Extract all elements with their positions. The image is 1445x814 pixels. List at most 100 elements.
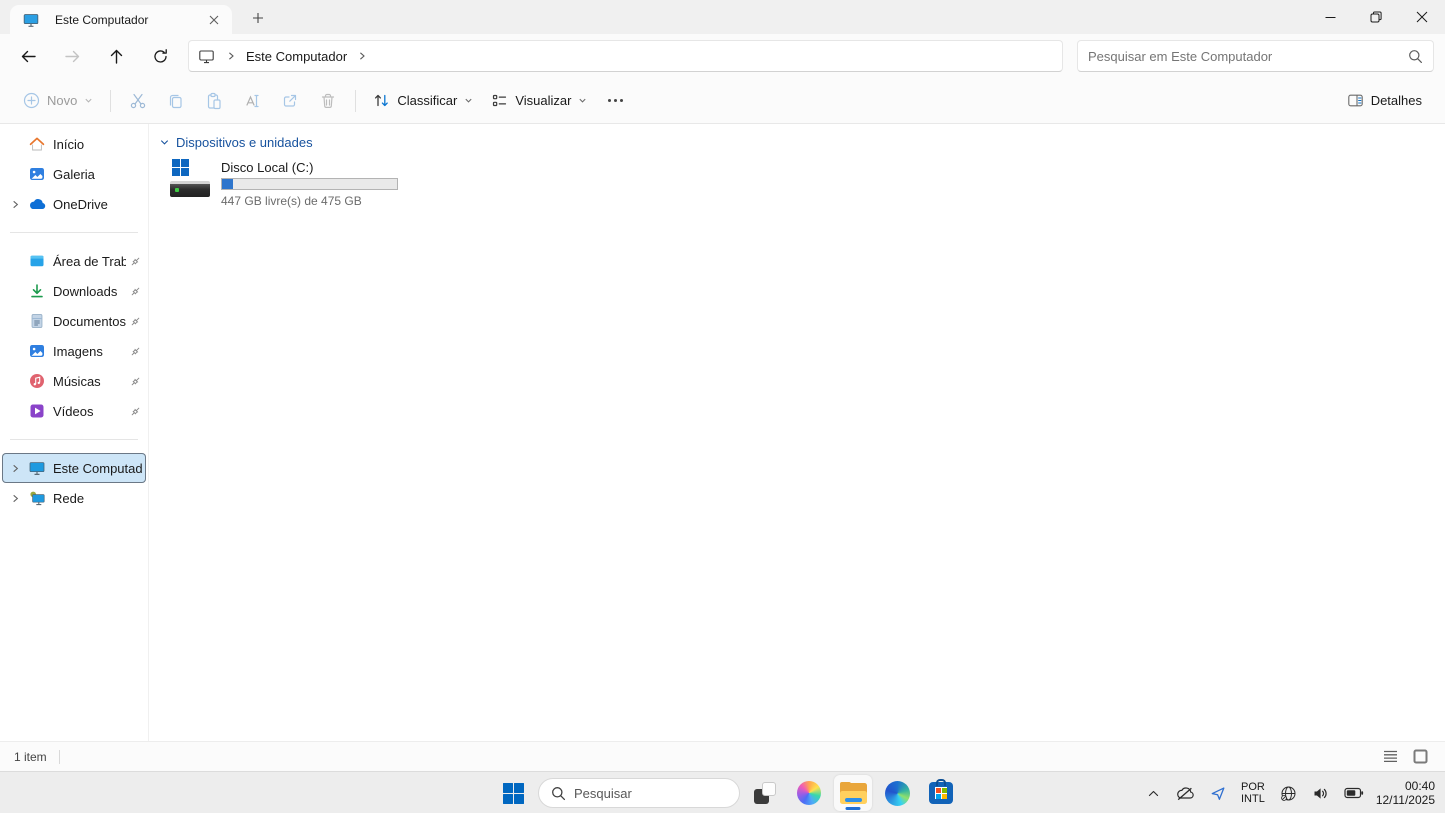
breadcrumb-root[interactable]: Este Computador [240, 47, 353, 66]
sidebar-item-onedrive[interactable]: OneDrive [2, 189, 146, 219]
sidebar-item-videos[interactable]: Vídeos [2, 396, 146, 426]
edge-icon [885, 781, 910, 806]
rename-button[interactable] [233, 84, 271, 118]
pin-icon [128, 345, 142, 358]
downloads-icon [28, 283, 46, 299]
details-pane-button[interactable]: Detalhes [1338, 84, 1431, 118]
onedrive-icon [28, 198, 46, 210]
new-tab-button[interactable] [247, 7, 269, 29]
clock[interactable]: 00:40 12/11/2025 [1376, 779, 1439, 807]
group-devices-and-drives[interactable]: Dispositivos e unidades [159, 132, 1445, 152]
pin-icon [128, 405, 142, 418]
chevron-down-icon [578, 96, 587, 105]
sidebar-item-rede[interactable]: Rede [2, 483, 146, 513]
cut-button[interactable] [119, 84, 157, 118]
refresh-button[interactable] [138, 38, 182, 74]
status-separator [59, 750, 60, 764]
back-button[interactable] [6, 38, 50, 74]
volume-icon[interactable] [1309, 782, 1332, 805]
keyboard-layout: INTL [1241, 793, 1265, 805]
details-pane-icon [1347, 92, 1364, 109]
chevron-down-icon [84, 96, 93, 105]
sidebar-item-downloads[interactable]: Downloads [2, 276, 146, 306]
forward-button[interactable] [50, 38, 94, 74]
system-tray: POR INTL 00:40 12/11/2025 [1144, 772, 1439, 814]
drive-led [175, 188, 179, 192]
this-pc-icon [28, 460, 46, 476]
explorer-body: Início Galeria OneDrive [0, 124, 1445, 741]
breadcrumb-chevron-icon [226, 51, 236, 61]
close-button[interactable] [1399, 0, 1445, 34]
details-view-toggle-icon[interactable] [1379, 746, 1401, 768]
tab-strip: Este Computador [0, 0, 1445, 34]
this-pc-icon [22, 12, 40, 28]
pin-icon [128, 285, 142, 298]
details-pane-label: Detalhes [1371, 93, 1422, 108]
sidebar-item-inicio[interactable]: Início [2, 129, 146, 159]
hidden-icons-chevron-icon[interactable] [1144, 784, 1163, 803]
view-button-label: Visualizar [515, 93, 571, 108]
new-button[interactable]: Novo [14, 84, 102, 118]
drive-c-item[interactable]: Disco Local (C:) 447 GB livre(s) de 475 … [169, 159, 499, 208]
delete-button[interactable] [309, 84, 347, 118]
up-button[interactable] [94, 38, 138, 74]
sidebar-item-imagens[interactable]: Imagens [2, 336, 146, 366]
drive-usage-bar [221, 178, 398, 190]
file-explorer-icon [840, 782, 867, 804]
view-button[interactable]: Visualizar [482, 84, 596, 118]
network-globe-icon[interactable] [1277, 782, 1300, 805]
microsoft-store-button[interactable] [922, 775, 960, 811]
this-pc-outline-icon [197, 48, 215, 65]
taskbar-search-box[interactable] [538, 778, 740, 808]
sort-icon [373, 92, 390, 109]
taskbar-search-input[interactable] [574, 786, 750, 801]
clock-date: 12/11/2025 [1376, 793, 1435, 807]
explorer-search-input[interactable] [1088, 49, 1408, 64]
window-controls [1307, 0, 1445, 34]
breadcrumb-chevron-icon [357, 51, 367, 61]
copy-button[interactable] [157, 84, 195, 118]
status-bar: 1 item [0, 741, 1445, 771]
desktop-icon [28, 253, 46, 269]
pin-icon [128, 375, 142, 388]
paste-button[interactable] [195, 84, 233, 118]
share-button[interactable] [271, 84, 309, 118]
restore-button[interactable] [1353, 0, 1399, 34]
sidebar-item-documentos[interactable]: Documentos [2, 306, 146, 336]
navigation-pane: Início Galeria OneDrive [0, 124, 149, 741]
search-icon[interactable] [1408, 49, 1423, 64]
explorer-search-box [1077, 40, 1434, 72]
keyboard-language-indicator[interactable]: POR INTL [1238, 781, 1268, 805]
chevron-down-icon [464, 96, 473, 105]
drive-name: Disco Local (C:) [221, 160, 398, 175]
search-icon [551, 786, 566, 801]
location-in-use-icon[interactable] [1207, 782, 1229, 804]
edge-button[interactable] [878, 775, 916, 811]
drive-capacity-text: 447 GB livre(s) de 475 GB [221, 194, 398, 208]
tab-este-computador[interactable]: Este Computador [10, 5, 232, 34]
task-view-button[interactable] [746, 775, 784, 811]
command-toolbar: Novo [0, 78, 1445, 124]
sidebar-item-este-computador[interactable]: Este Computador [2, 453, 146, 483]
sort-button-label: Classificar [397, 93, 457, 108]
chevron-right-icon[interactable] [2, 493, 28, 504]
sidebar-item-galeria[interactable]: Galeria [2, 159, 146, 189]
battery-icon[interactable] [1341, 783, 1367, 803]
copilot-button[interactable] [790, 775, 828, 811]
minimize-button[interactable] [1307, 0, 1353, 34]
chevron-right-icon[interactable] [2, 199, 28, 210]
chevron-right-icon[interactable] [2, 463, 28, 474]
file-explorer-button[interactable] [834, 775, 872, 811]
start-button[interactable] [494, 775, 532, 811]
documents-icon [28, 313, 46, 329]
sort-button[interactable]: Classificar [364, 84, 482, 118]
more-options-button[interactable] [596, 84, 634, 118]
videos-icon [28, 403, 46, 419]
address-bar[interactable]: Este Computador [188, 40, 1063, 72]
chevron-down-icon[interactable] [159, 137, 170, 148]
tab-close-icon[interactable] [204, 10, 224, 30]
sidebar-item-area-de-trabalho[interactable]: Área de Trabalho [2, 246, 146, 276]
sidebar-item-musicas[interactable]: Músicas [2, 366, 146, 396]
onedrive-offline-icon[interactable] [1172, 783, 1198, 804]
large-icons-view-toggle-icon[interactable] [1409, 746, 1431, 768]
